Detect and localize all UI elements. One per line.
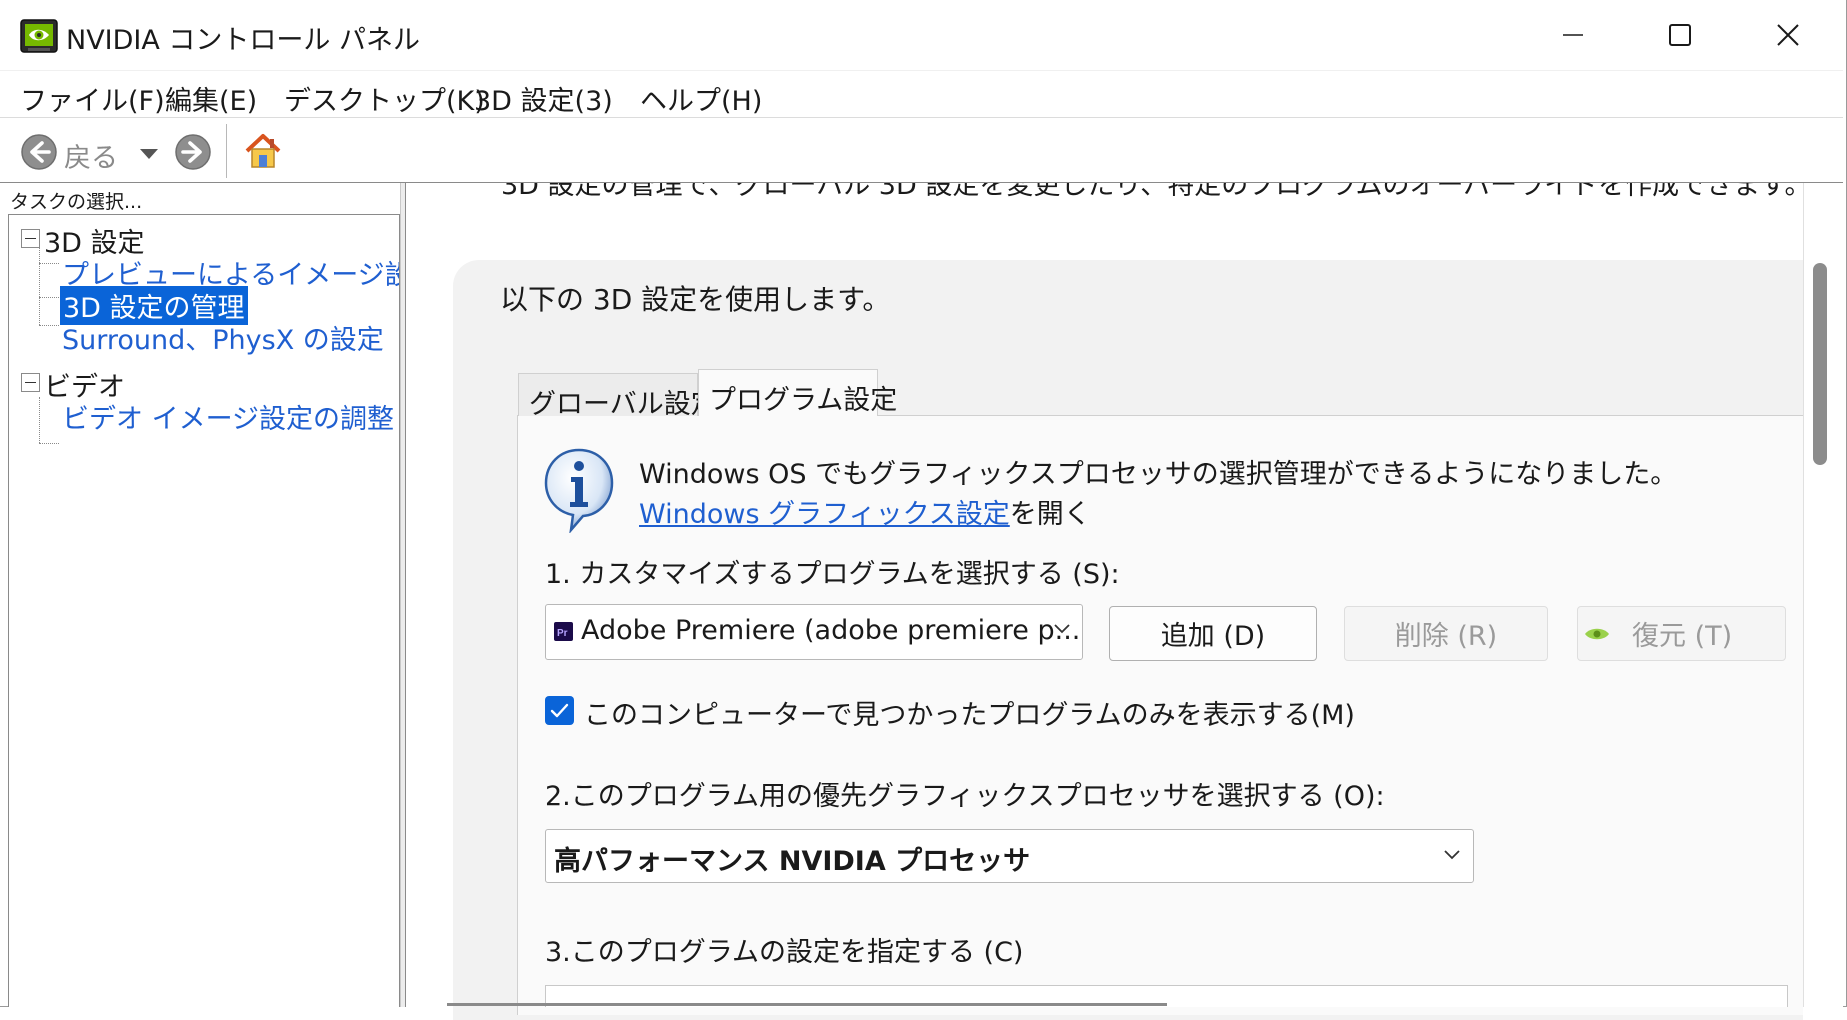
menu-bar: ファイル(F) 編集(E) デスクトップ(K) 3D 設定(3) ヘルプ(H) bbox=[0, 70, 1843, 118]
chevron-down-icon bbox=[1054, 624, 1070, 634]
page-description: 3D 設定の管理で、グローバル 3D 設定を変更したり、特定のプログラムのオーバ… bbox=[501, 183, 1803, 201]
tab-program-settings[interactable]: プログラム設定 bbox=[698, 369, 897, 416]
tree-connector bbox=[39, 297, 59, 298]
close-icon bbox=[1777, 24, 1799, 46]
window-title: NVIDIA コントロール パネル bbox=[66, 25, 421, 56]
info-icon bbox=[543, 447, 615, 535]
nvidia-control-panel-window: NVIDIA コントロール パネル ファイル(F) 編集(E) デスクトップ(K… bbox=[0, 0, 1847, 1020]
info-link-line: Windows グラフィックス設定を開く bbox=[639, 492, 1091, 531]
premiere-pro-icon: Pr bbox=[554, 622, 573, 641]
tree-item-video-image-settings[interactable]: ビデオ イメージ設定の調整 bbox=[62, 397, 394, 436]
show-found-programs-label: このコンピューターで見つかったプログラムのみを表示する(M) bbox=[584, 700, 1355, 731]
toolbar: 戻る bbox=[0, 117, 1843, 183]
title-bar: NVIDIA コントロール パネル bbox=[0, 0, 1846, 70]
tree-item-surround-physx[interactable]: Surround、PhysX の設定 bbox=[62, 318, 384, 357]
home-icon bbox=[245, 134, 281, 168]
dropdown-arrow-icon bbox=[140, 149, 158, 159]
collapse-toggle-video[interactable] bbox=[21, 373, 40, 392]
tree-connector bbox=[39, 245, 40, 325]
info-link-suffix: を開く bbox=[1009, 499, 1091, 530]
maximize-button[interactable] bbox=[1625, 0, 1735, 70]
menu-edit[interactable]: 編集(E) bbox=[165, 79, 257, 118]
menu-help[interactable]: ヘルプ(H) bbox=[640, 79, 762, 118]
add-program-button[interactable]: 追加 (D) bbox=[1109, 606, 1317, 661]
nvidia-eye-icon bbox=[1585, 628, 1609, 640]
graphics-processor-select[interactable]: 高パフォーマンス NVIDIA プロセッサ bbox=[545, 829, 1474, 883]
forward-button[interactable] bbox=[174, 133, 212, 175]
card-title: 以下の 3D 設定を使用します。 bbox=[500, 283, 891, 316]
history-dropdown-button[interactable] bbox=[139, 145, 159, 164]
menu-desktop[interactable]: デスクトップ(K) bbox=[284, 79, 485, 118]
restore-program-button[interactable]: 復元 (T) bbox=[1577, 606, 1786, 661]
chevron-down-icon bbox=[1444, 850, 1460, 860]
back-label: 戻る bbox=[64, 143, 118, 174]
task-select-label: タスクの選択... bbox=[10, 191, 143, 213]
toolbar-separator bbox=[226, 124, 227, 178]
step2-label: 2.このプログラム用の優先グラフィックスプロセッサを選択する (O): bbox=[545, 781, 1385, 812]
remove-program-button[interactable]: 削除 (R) bbox=[1344, 606, 1548, 661]
scrollbar-thumb[interactable] bbox=[1813, 263, 1827, 465]
vertical-scrollbar[interactable] bbox=[1803, 183, 1843, 1007]
checkmark-icon bbox=[550, 703, 569, 718]
menu-file[interactable]: ファイル(F) bbox=[20, 79, 165, 118]
svg-text:Pr: Pr bbox=[557, 628, 568, 639]
tree-connector bbox=[39, 397, 40, 443]
step3-label: 3.このプログラムの設定を指定する (C) bbox=[545, 937, 1024, 968]
back-button[interactable] bbox=[20, 133, 58, 175]
step1-label: 1. カスタマイズするプログラムを選択する (S): bbox=[545, 559, 1120, 590]
minimize-button[interactable] bbox=[1518, 0, 1628, 70]
tree-connector bbox=[39, 263, 59, 264]
back-arrow-icon bbox=[21, 134, 57, 170]
task-tree: 3D 設定 プレビューによるイメージ設定の 3D 設定の管理 Surround、… bbox=[8, 214, 400, 1007]
nvidia-logo-icon bbox=[20, 17, 58, 55]
minimize-icon bbox=[1563, 34, 1583, 36]
horizontal-scrollbar[interactable] bbox=[447, 1003, 1167, 1006]
program-select[interactable]: Pr Adobe Premiere (adobe premiere p... bbox=[545, 604, 1083, 660]
tab-global-settings[interactable]: グローバル設定 bbox=[518, 373, 718, 420]
home-button[interactable] bbox=[242, 130, 284, 176]
tree-connector bbox=[39, 325, 59, 326]
maximize-icon bbox=[1669, 24, 1691, 46]
collapse-toggle-3d[interactable] bbox=[21, 229, 40, 248]
info-message: Windows OS でもグラフィックスプロセッサの選択管理ができるようになりま… bbox=[639, 459, 1678, 490]
selected-program: Adobe Premiere (adobe premiere p... bbox=[581, 615, 1081, 646]
forward-arrow-icon bbox=[175, 134, 211, 170]
menu-3d-settings[interactable]: 3D 設定(3) bbox=[474, 79, 613, 118]
tree-connector bbox=[39, 443, 59, 444]
selected-graphics-processor: 高パフォーマンス NVIDIA プロセッサ bbox=[554, 846, 1031, 877]
restore-button-label: 復元 (T) bbox=[1632, 621, 1733, 652]
show-found-programs-checkbox[interactable] bbox=[545, 696, 574, 725]
close-button[interactable] bbox=[1733, 0, 1843, 70]
windows-graphics-settings-link[interactable]: Windows グラフィックス設定 bbox=[639, 499, 1010, 530]
